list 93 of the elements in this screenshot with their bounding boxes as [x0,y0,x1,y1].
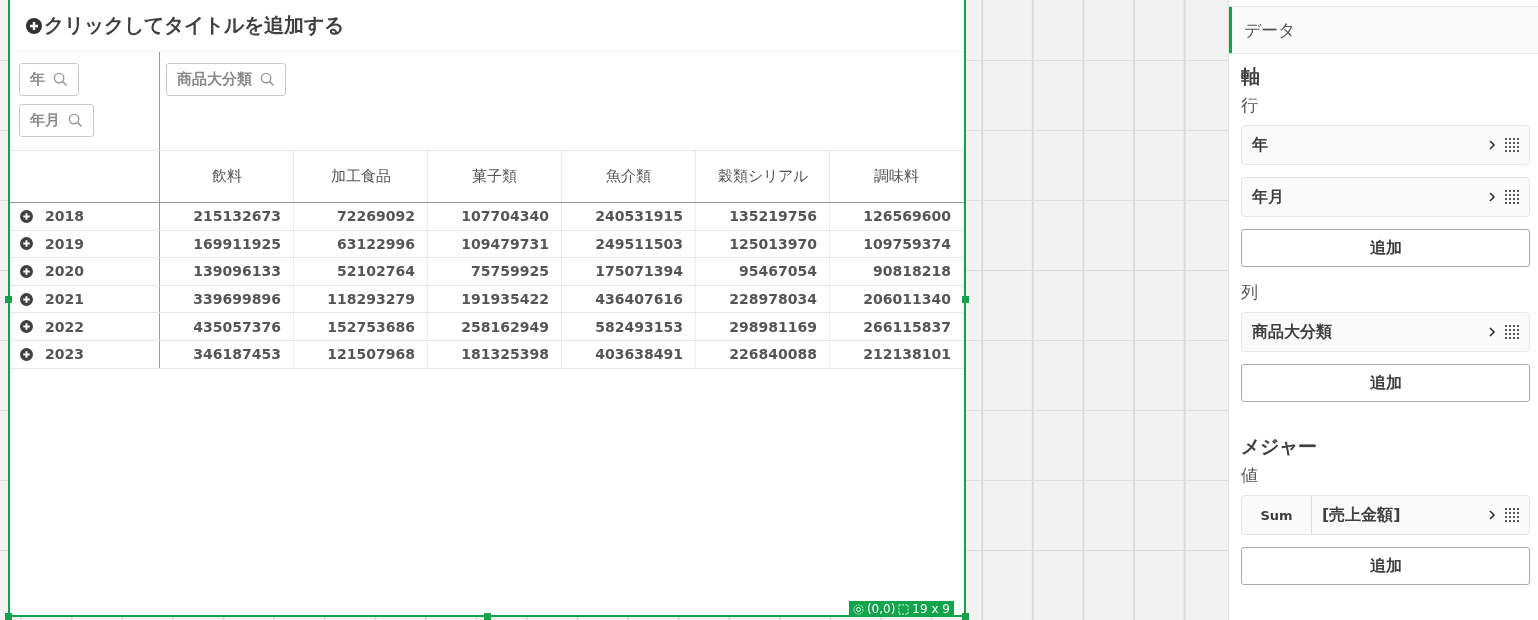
table-cell: 346187453 [160,340,294,368]
table-cell: 52102764 [294,258,428,285]
drag-handle-icon[interactable] [1505,188,1519,206]
chevron-icon [1488,191,1496,203]
aggregation-label: Sum [1242,496,1312,534]
drag-handle-icon[interactable] [1505,323,1519,341]
expand-icon[interactable] [20,209,33,223]
add-icon [26,17,42,34]
group-label: 列 [1241,281,1259,304]
table-cell: 152753686 [294,313,428,340]
table-cell: 436407616 [562,285,696,313]
column-header: 飲料 [160,151,294,202]
expand-icon[interactable] [20,320,33,334]
table-cell: 135219756 [696,203,830,230]
table-cell: 403638491 [562,340,696,368]
table-cell: 582493153 [562,313,696,340]
column-header: 菓子類 [428,151,562,202]
chevron-icon [1488,509,1496,521]
table-cell: 228978034 [696,285,830,313]
dimension-item[interactable]: 年月 [1241,177,1530,217]
resize-handle[interactable] [5,613,12,620]
size-label: 19 x 9 [912,602,950,616]
field-label: 年月 [1252,186,1285,208]
column-header: 穀類シリアル [696,151,830,202]
field-label: 商品大分類 [1252,321,1333,343]
search-icon [260,72,275,87]
add-button[interactable]: 追加 [1241,229,1530,267]
field-label: [売上金額] [1321,504,1402,526]
row-header: 2020 [45,263,84,280]
row-header: 2019 [45,235,84,252]
column-header: 魚介類 [562,151,696,202]
table-cell: 107704340 [428,203,562,230]
table-cell: 63122996 [294,230,428,258]
row-header: 2022 [45,318,84,335]
search-icon [53,72,68,87]
table-cell: 175071394 [562,258,696,285]
table-cell: 181325398 [428,340,562,368]
table-cell: 126569600 [830,203,964,230]
table-cell: 240531915 [562,203,696,230]
chart-title[interactable]: クリックしてタイトルを追加する [10,0,964,52]
drag-handle-icon[interactable] [1505,506,1519,524]
table-cell: 212138101 [830,340,964,368]
table-cell: 339699896 [160,285,294,313]
table-cell: 139096133 [160,258,294,285]
section-heading: メジャー [1241,434,1318,459]
table-cell: 226840088 [696,340,830,368]
table-cell: 75759925 [428,258,562,285]
measure-item[interactable]: Sum [売上金額] [1241,495,1530,535]
resize-handle[interactable] [5,296,12,303]
resize-handle[interactable] [962,613,969,620]
table-cell: 215132673 [160,203,294,230]
add-button[interactable]: 追加 [1241,547,1530,585]
row-header: 2023 [45,346,84,363]
table-cell: 109479731 [428,230,562,258]
field-label: 年 [1252,134,1269,156]
table-cell: 121507968 [294,340,428,368]
group-label: 値 [1241,464,1259,487]
chevron-icon [1488,326,1496,338]
dimension-item[interactable]: 商品大分類 [1241,312,1530,352]
table-cell: 191935422 [428,285,562,313]
search-icon [68,113,83,128]
table-cell: 118293279 [294,285,428,313]
target-icon [852,603,864,615]
table-cell: 109759374 [830,230,964,258]
group-label: 行 [1241,94,1259,117]
drag-handle-icon[interactable] [1505,136,1519,154]
table-cell: 95467054 [696,258,830,285]
column-header: 加工食品 [294,151,428,202]
expand-icon[interactable] [20,347,33,361]
add-button[interactable]: 追加 [1241,364,1530,402]
table-cell: 169911925 [160,230,294,258]
resize-handle[interactable] [962,296,969,303]
size-icon [898,603,910,615]
chevron-icon [1488,139,1496,151]
expand-icon[interactable] [20,237,33,251]
table-cell: 125013970 [696,230,830,258]
table-cell: 266115837 [830,313,964,340]
column-header: 調味料 [830,151,964,202]
row-header: 2021 [45,291,84,308]
position-label: (0,0) [866,602,896,616]
table-cell: 258162949 [428,313,562,340]
dimension-item[interactable]: 年 [1241,125,1530,165]
table-cell: 435057376 [160,313,294,340]
table-cell: 90818218 [830,258,964,285]
table-cell: 249511503 [562,230,696,258]
expand-icon[interactable] [20,265,33,278]
table-cell: 72269092 [294,203,428,230]
resize-handle[interactable] [484,613,491,620]
expand-icon[interactable] [20,292,33,306]
row-header: 2018 [45,208,84,225]
table-cell: 298981169 [696,313,830,340]
section-heading: 軸 [1241,64,1261,89]
panel-tab[interactable]: データ [1229,7,1538,53]
